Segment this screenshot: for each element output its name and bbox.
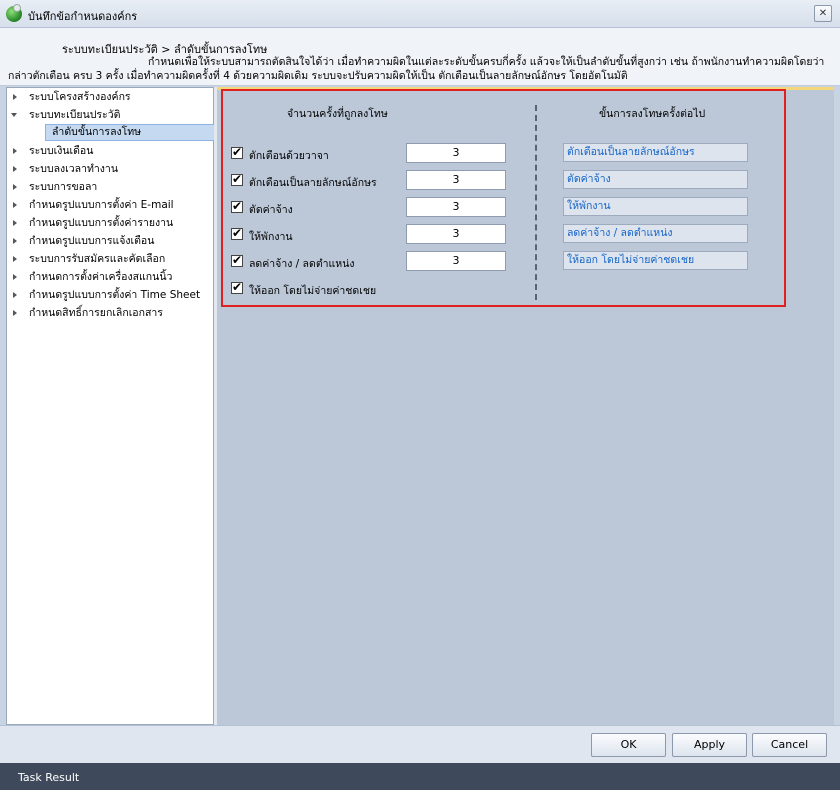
window-title: บันทึกข้อกำหนดองค์กร <box>28 10 138 23</box>
tree-item-discipline-levels[interactable]: ลำดับขั้นการลงโทษ <box>45 124 215 141</box>
checkbox-dismissal[interactable] <box>231 280 243 294</box>
count-input-verbal-warning[interactable]: 3 <box>406 143 506 163</box>
count-input-written-warning[interactable]: 3 <box>406 170 506 190</box>
tree-item-label: ระบบทะเบียนประวัติ <box>29 109 121 121</box>
next-level-wage-cut[interactable]: ให้พักงาน <box>563 197 748 216</box>
expand-arrow-icon[interactable] <box>13 238 17 244</box>
tree-item-label: ระบบลงเวลาทำงาน <box>29 163 119 175</box>
apply-button[interactable]: Apply <box>672 733 747 757</box>
next-level-column-header: ขั้นการลงโทษครั้งต่อไป <box>599 108 706 120</box>
label-verbal-warning: ตักเตือนด้วยวาจา <box>249 150 329 162</box>
title-bar: บันทึกข้อกำหนดองค์กร ✕ <box>0 0 840 28</box>
close-button[interactable]: ✕ <box>814 5 832 22</box>
next-level-demotion[interactable]: ให้ออก โดยไม่จ่ายค่าชดเชย <box>563 251 748 270</box>
expand-arrow-icon[interactable] <box>13 148 17 154</box>
count-input-demotion[interactable]: 3 <box>406 251 506 271</box>
expand-arrow-icon[interactable] <box>13 256 17 262</box>
expand-arrow-icon[interactable] <box>13 94 17 100</box>
checkbox-wage-cut[interactable] <box>231 199 243 213</box>
tree-item-label: ระบบการรับสมัครและคัดเลือก <box>29 253 166 265</box>
count-column-header: จำนวนครั้งที่ถูกลงโทษ <box>287 108 388 120</box>
label-wage-cut: ตัดค่าจ้าง <box>249 204 293 216</box>
ok-button[interactable]: OK <box>591 733 666 757</box>
tree-item-label: กำหนดรูปแบบการตั้งค่า Time Sheet <box>29 289 201 301</box>
tree-item-label: ระบบการขอลา <box>29 181 98 193</box>
status-bar: Task Result <box>0 763 840 790</box>
tree-item-label: ระบบโครงสร้างองค์กร <box>29 91 131 103</box>
expand-arrow-icon[interactable] <box>13 166 17 172</box>
label-demotion: ลดค่าจ้าง / ลดตำแหน่ง <box>249 258 355 270</box>
label-dismissal: ให้ออก โดยไม่จ่ายค่าชดเชย <box>249 285 377 297</box>
tree-item-label: กำหนดรูปแบบการแจ้งเตือน <box>29 235 155 247</box>
checkbox-demotion[interactable] <box>231 253 243 267</box>
expand-arrow-icon[interactable] <box>13 184 17 190</box>
next-level-suspension[interactable]: ลดค่าจ้าง / ลดตำแหน่ง <box>563 224 748 243</box>
checkbox-suspension[interactable] <box>231 226 243 240</box>
tree-item-label: ระบบเงินเดือน <box>29 145 94 157</box>
column-divider <box>535 105 537 300</box>
label-written-warning: ตักเตือนเป็นลายลักษณ์อักษร <box>249 177 377 189</box>
tree-item-label: กำหนดการตั้งค่าเครื่องสแกนนิ้ว <box>29 271 173 283</box>
collapse-arrow-icon[interactable] <box>11 113 17 117</box>
app-logo-icon <box>6 4 22 22</box>
checkbox-verbal-warning[interactable] <box>231 145 243 159</box>
page-description: กำหนดเพื่อให้ระบบสามารถตัดสินใจได้ว่า เม… <box>8 56 825 82</box>
count-input-wage-cut[interactable]: 3 <box>406 197 506 217</box>
header-area: ระบบทะเบียนประวัติ > ลำดับขั้นการลงโทษ ก… <box>0 28 840 86</box>
expand-arrow-icon[interactable] <box>13 274 17 280</box>
tree-item-label: กำหนดรูปแบบการตั้งค่า E-mail <box>29 199 174 211</box>
tree-item-label: กำหนดรูปแบบการตั้งค่ารายงาน <box>29 217 174 229</box>
expand-arrow-icon[interactable] <box>13 202 17 208</box>
tree-item-label: กำหนดสิทธิ์การยกเลิกเอกสาร <box>29 307 163 319</box>
tree-item-label: ลำดับขั้นการลงโทษ <box>52 126 142 138</box>
expand-arrow-icon[interactable] <box>13 220 17 226</box>
expand-arrow-icon[interactable] <box>13 292 17 298</box>
next-level-verbal-warning[interactable]: ตักเตือนเป็นลายลักษณ์อักษร <box>563 143 748 162</box>
expand-arrow-icon[interactable] <box>13 310 17 316</box>
navigation-tree: ระบบโครงสร้างองค์กร ระบบทะเบียนประวัติ ล… <box>6 87 215 725</box>
cancel-button[interactable]: Cancel <box>752 733 827 757</box>
next-level-written-warning[interactable]: ตัดค่าจ้าง <box>563 170 748 189</box>
count-input-suspension[interactable]: 3 <box>406 224 506 244</box>
task-result-label[interactable]: Task Result <box>18 771 79 784</box>
checkbox-written-warning[interactable] <box>231 172 243 186</box>
label-suspension: ให้พักงาน <box>249 231 293 243</box>
